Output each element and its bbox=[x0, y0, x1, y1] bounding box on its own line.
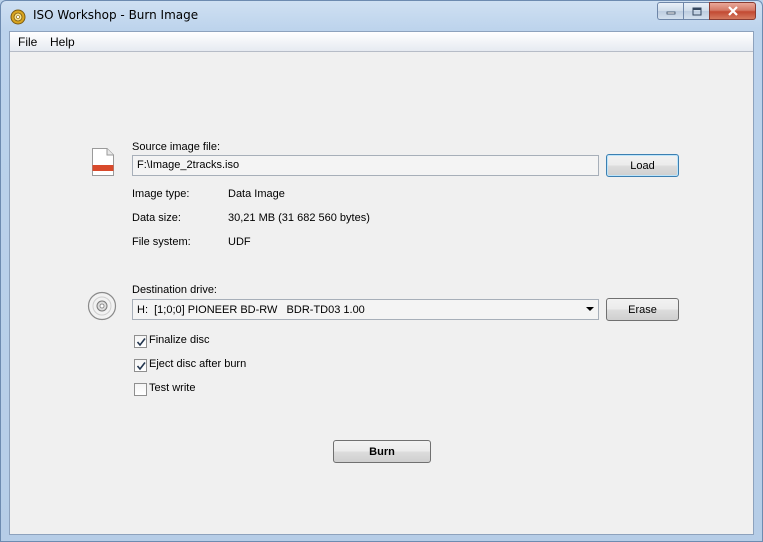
data-size-value: 30,21 MB (31 682 560 bytes) bbox=[228, 212, 370, 224]
close-icon bbox=[727, 5, 738, 16]
window-title: ISO Workshop - Burn Image bbox=[33, 8, 199, 22]
selected-drive-text: H: [1;0;0] PIONEER BD-RW BDR-TD03 1.00 bbox=[137, 304, 365, 316]
caption-buttons bbox=[657, 2, 756, 21]
checkmark-icon bbox=[136, 338, 146, 347]
load-button[interactable]: Load bbox=[606, 154, 679, 177]
minimize-icon bbox=[666, 11, 675, 15]
eject-disc-checkbox[interactable] bbox=[134, 359, 147, 372]
destination-drive-label: Destination drive: bbox=[132, 284, 217, 296]
close-button[interactable] bbox=[709, 2, 756, 20]
menu-file[interactable]: File bbox=[18, 35, 37, 49]
burn-button[interactable]: Burn bbox=[333, 440, 431, 463]
file-system-label: File system: bbox=[132, 236, 191, 248]
menu-bar: File Help bbox=[10, 32, 753, 52]
minimize-button[interactable] bbox=[657, 2, 683, 20]
client-area: File Help Source image file: F:\Image_2t… bbox=[9, 31, 754, 535]
source-path-field[interactable]: F:\Image_2tracks.iso bbox=[132, 155, 599, 176]
file-system-value: UDF bbox=[228, 236, 251, 248]
maximize-button[interactable] bbox=[683, 2, 709, 20]
data-size-label: Data size: bbox=[132, 212, 181, 224]
title-bar[interactable]: ISO Workshop - Burn Image bbox=[1, 1, 762, 31]
checkmark-icon bbox=[136, 362, 146, 371]
image-type-value: Data Image bbox=[228, 188, 285, 200]
erase-button[interactable]: Erase bbox=[606, 298, 679, 321]
file-icon bbox=[92, 148, 114, 179]
source-image-label: Source image file: bbox=[132, 141, 221, 153]
chevron-down-icon[interactable] bbox=[586, 307, 594, 311]
test-write-checkbox[interactable] bbox=[134, 383, 147, 396]
destination-drive-select[interactable]: H: [1;0;0] PIONEER BD-RW BDR-TD03 1.00 bbox=[132, 299, 599, 320]
disc-icon bbox=[87, 291, 117, 324]
eject-disc-label[interactable]: Eject disc after burn bbox=[149, 358, 246, 370]
finalize-disc-checkbox[interactable] bbox=[134, 335, 147, 348]
maximize-icon bbox=[692, 7, 701, 15]
app-window: ISO Workshop - Burn Image File Help Sour… bbox=[0, 0, 763, 542]
image-type-label: Image type: bbox=[132, 188, 190, 200]
menu-help[interactable]: Help bbox=[50, 35, 75, 49]
app-icon bbox=[10, 9, 26, 25]
finalize-disc-label[interactable]: Finalize disc bbox=[149, 334, 210, 346]
test-write-label[interactable]: Test write bbox=[149, 382, 195, 394]
